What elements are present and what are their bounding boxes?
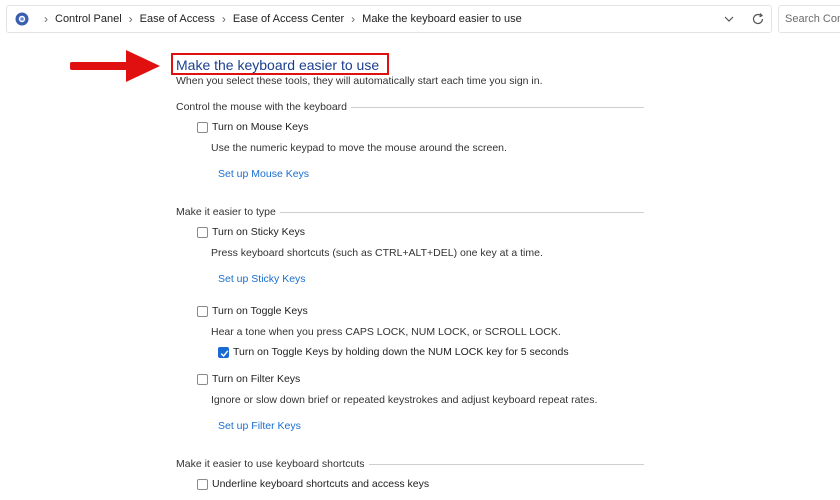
breadcrumb-separator: › — [351, 12, 356, 26]
checkbox-box[interactable] — [197, 478, 208, 490]
page-subtitle: When you select these tools, they will a… — [176, 75, 543, 87]
setup-sticky-keys-link[interactable]: Set up Sticky Keys — [218, 273, 306, 285]
breadcrumb-separator: › — [221, 12, 226, 26]
section-mouse: Control the mouse with the keyboard — [176, 100, 644, 114]
control-panel-icon — [15, 12, 29, 26]
breadcrumb: › Control Panel › Ease of Access › Ease … — [37, 6, 522, 32]
checkbox-box[interactable] — [197, 226, 208, 238]
section-heading: Make it easier to type — [176, 206, 276, 218]
section-heading: Control the mouse with the keyboard — [176, 101, 348, 113]
checkbox-label: Turn on Filter Keys — [212, 373, 301, 385]
setup-filter-keys-link[interactable]: Set up Filter Keys — [218, 420, 301, 432]
toggle-keys-checkbox[interactable]: Turn on Toggle Keys — [197, 305, 308, 317]
checkbox-box[interactable] — [197, 305, 208, 317]
annotation-arrow-icon — [70, 50, 160, 82]
breadcrumb-separator: › — [128, 12, 133, 26]
breadcrumb-ease-of-access-center[interactable]: Ease of Access Center — [233, 13, 344, 25]
checkbox-label: Turn on Mouse Keys — [212, 121, 309, 133]
section-divider — [368, 463, 644, 465]
breadcrumb-ease-of-access[interactable]: Ease of Access — [140, 13, 215, 25]
address-bar[interactable]: › Control Panel › Ease of Access › Ease … — [6, 5, 772, 33]
toggle-keys-description: Hear a tone when you press CAPS LOCK, NU… — [211, 326, 561, 338]
checkbox-label: Turn on Sticky Keys — [212, 226, 305, 238]
chevron-down-icon[interactable] — [723, 13, 735, 25]
mouse-keys-checkbox[interactable]: Turn on Mouse Keys — [197, 121, 309, 133]
search-input[interactable]: Search Contr — [778, 5, 840, 33]
breadcrumb-control-panel[interactable]: Control Panel — [55, 13, 122, 25]
section-divider — [279, 211, 644, 213]
checkbox-box[interactable] — [197, 121, 208, 133]
checkbox-label: Underline keyboard shortcuts and access … — [212, 478, 430, 490]
setup-mouse-keys-link[interactable]: Set up Mouse Keys — [218, 168, 309, 180]
section-shortcuts: Make it easier to use keyboard shortcuts — [176, 457, 644, 471]
filter-keys-checkbox[interactable]: Turn on Filter Keys — [197, 373, 300, 385]
checkmark-icon — [220, 349, 229, 357]
breadcrumb-separator: › — [44, 12, 48, 26]
page-title: Make the keyboard easier to use — [176, 57, 380, 73]
section-heading: Make it easier to use keyboard shortcuts — [176, 458, 365, 470]
toggle-keys-numlock-checkbox[interactable]: Turn on Toggle Keys by holding down the … — [218, 346, 569, 358]
section-typing: Make it easier to type — [176, 205, 644, 219]
checkbox-box-checked[interactable] — [218, 346, 229, 358]
mouse-keys-description: Use the numeric keypad to move the mouse… — [211, 142, 507, 154]
refresh-icon[interactable] — [751, 12, 765, 26]
sticky-keys-description: Press keyboard shortcuts (such as CTRL+A… — [211, 247, 543, 259]
filter-keys-description: Ignore or slow down brief or repeated ke… — [211, 394, 598, 406]
section-divider — [351, 106, 644, 108]
checkbox-label: Turn on Toggle Keys by holding down the … — [233, 346, 569, 358]
checkbox-box[interactable] — [197, 373, 208, 385]
checkbox-label: Turn on Toggle Keys — [212, 305, 308, 317]
underline-shortcuts-checkbox[interactable]: Underline keyboard shortcuts and access … — [197, 478, 429, 490]
breadcrumb-current-page[interactable]: Make the keyboard easier to use — [362, 13, 522, 25]
sticky-keys-checkbox[interactable]: Turn on Sticky Keys — [197, 226, 305, 238]
